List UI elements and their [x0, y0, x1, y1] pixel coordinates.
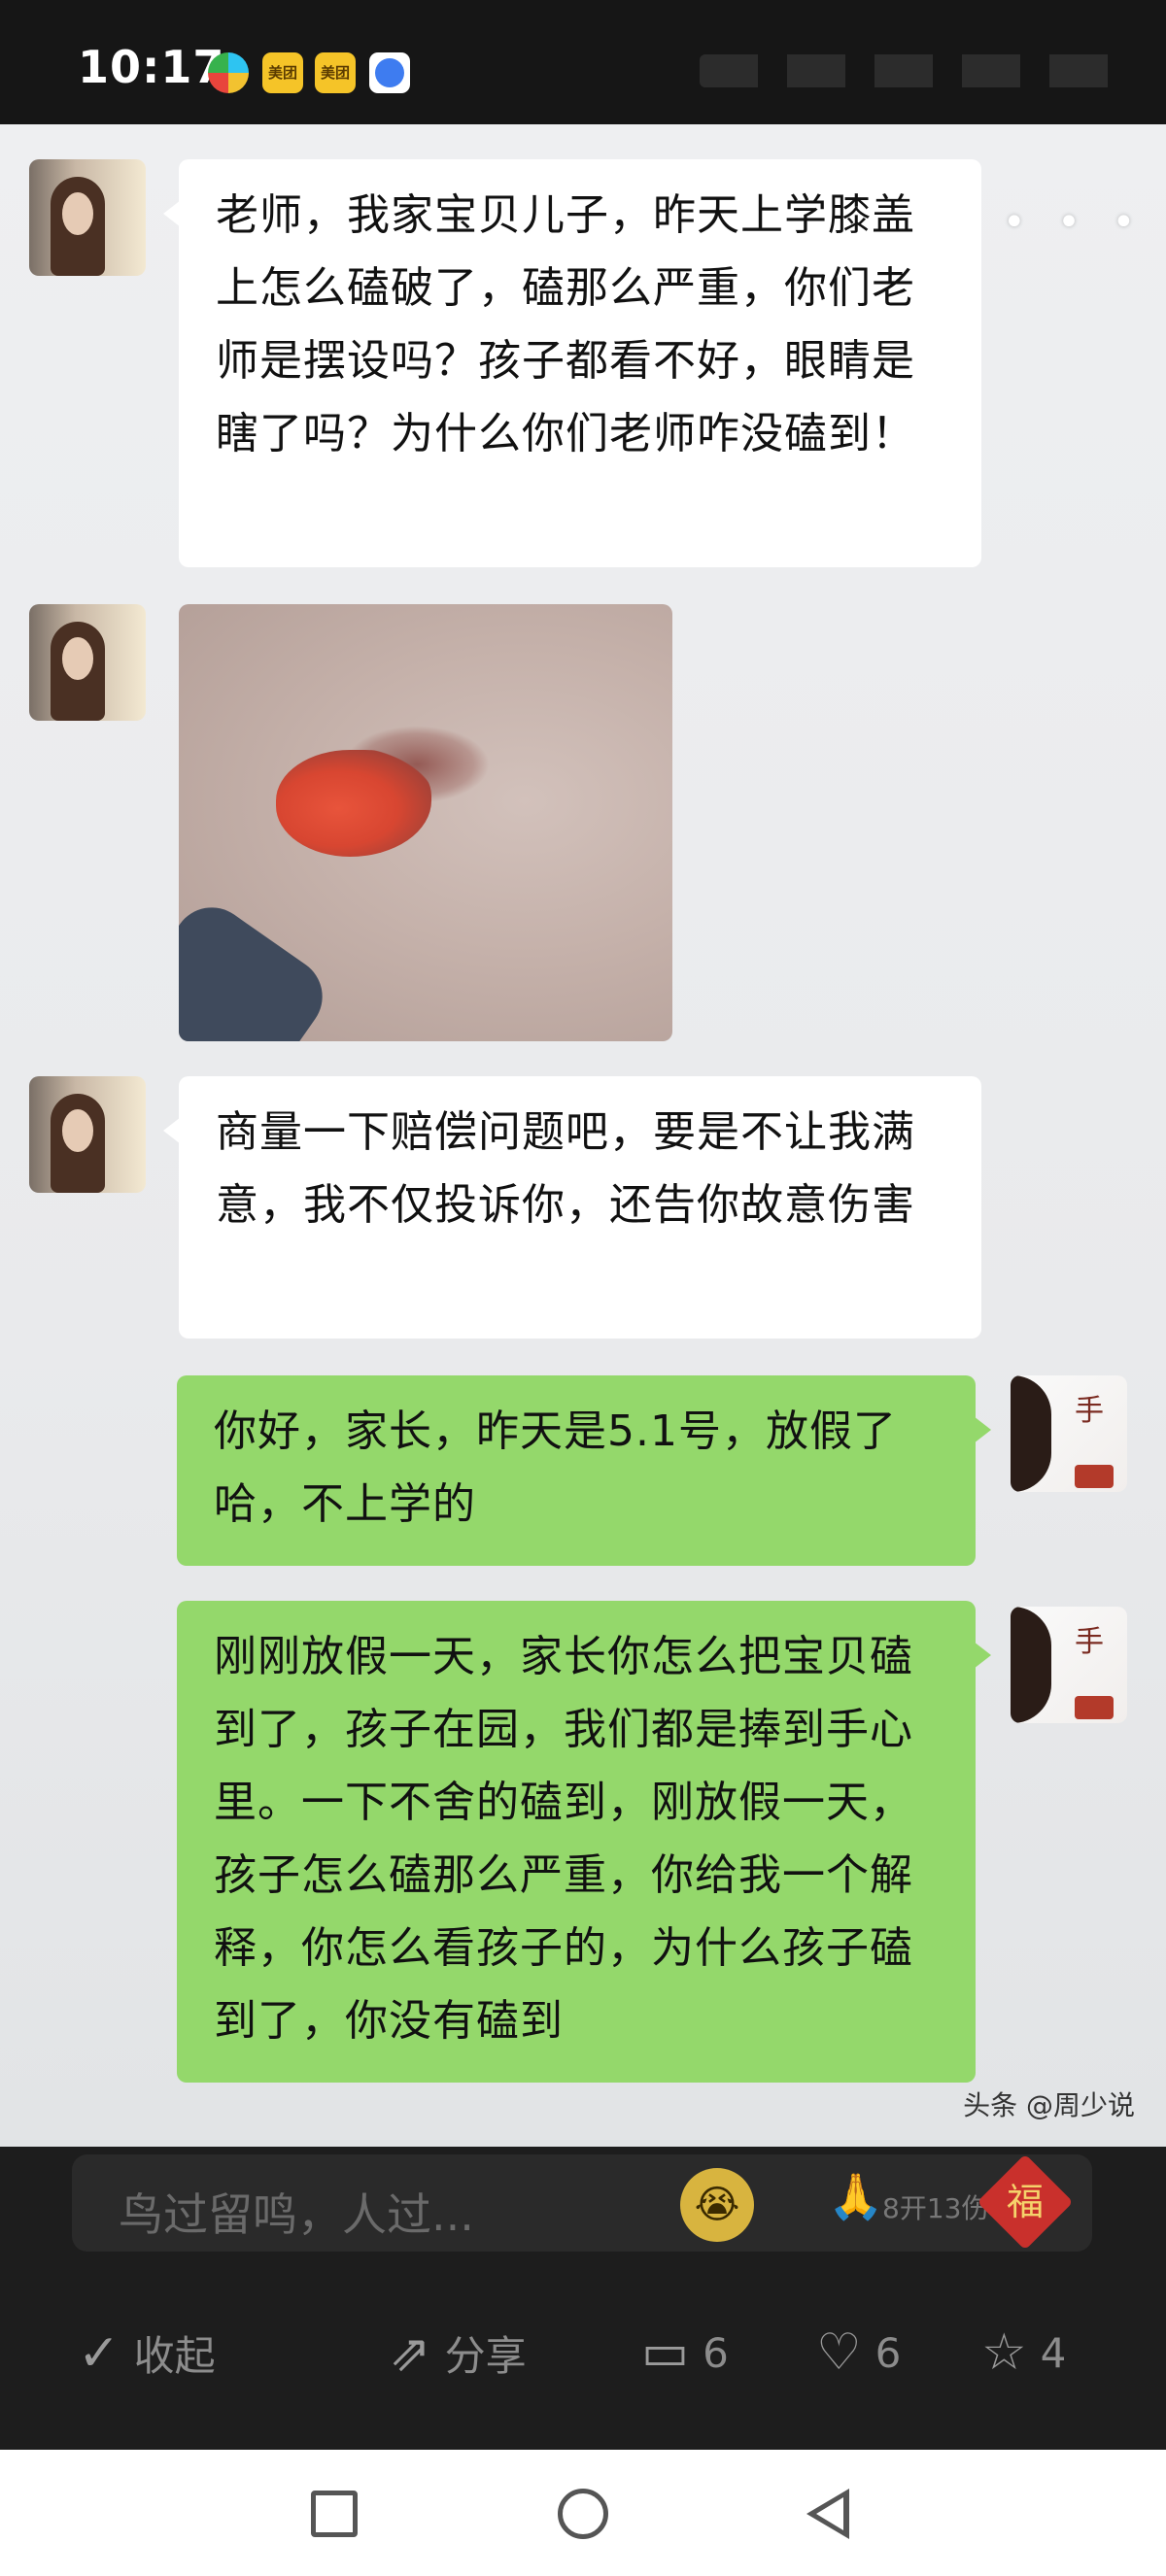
like-count: 6	[874, 2328, 902, 2377]
share-label: 分享	[444, 2332, 527, 2380]
collapse-label: 收起	[133, 2332, 216, 2380]
message-bubble-outgoing[interactable]: 刚刚放假一天，家长你怎么把宝贝磕到了，孩子在园，我们都是捧到手心里。一下不舍的磕…	[177, 1601, 991, 2083]
pray-emoji-icon[interactable]: 🙏	[828, 2170, 883, 2223]
fu-label: 福	[1006, 2181, 1044, 2223]
message-bubble-incoming[interactable]: 老师，我家宝贝儿子，昨天上学膝盖上怎么磕破了，磕那么严重，你们老师是摆设吗？孩子…	[163, 159, 981, 567]
back-icon[interactable]	[806, 2489, 849, 2539]
status-time: 10:17	[78, 41, 225, 93]
reaction-count: 8开13伤	[882, 2192, 989, 2224]
source-watermark: 头条 @周少说	[963, 2089, 1135, 2121]
favorite-count: 4	[1040, 2328, 1067, 2377]
knee-wound-photo[interactable]	[179, 604, 672, 1041]
system-nav-bar	[0, 2450, 1166, 2576]
sender-avatar[interactable]	[29, 1076, 146, 1193]
status-indicators	[700, 54, 1127, 87]
comment-button[interactable]: ▭ 6	[641, 2323, 729, 2382]
share-button[interactable]: ⇗ 分享	[389, 2323, 527, 2383]
share-icon: ⇗	[389, 2323, 431, 2383]
comment-input[interactable]: 鸟过留鸣，人过... 😭 🙏 8开13伤 福	[72, 2153, 1092, 2252]
sender-avatar[interactable]	[29, 159, 146, 276]
star-icon: ☆	[981, 2323, 1027, 2382]
collapse-button[interactable]: ✓ 收起	[78, 2323, 216, 2383]
browser-icon	[369, 52, 410, 93]
heart-icon: ♡	[816, 2323, 862, 2382]
crying-emoji-icon[interactable]: 😭	[680, 2168, 754, 2242]
message-bubble-incoming[interactable]: 商量一下赔偿问题吧，要是不让我满意，我不仅投诉你，还告你故意伤害	[163, 1076, 981, 1339]
message-text: 你好，家长，昨天是5.1号，放假了哈，不上学的	[214, 1407, 897, 1529]
comment-placeholder: 鸟过留鸣，人过...	[119, 2188, 474, 2241]
teacher-avatar[interactable]: 手	[1011, 1607, 1127, 1723]
message-bubble-outgoing[interactable]: 你好，家长，昨天是5.1号，放假了哈，不上学的	[177, 1375, 991, 1566]
more-options-icon[interactable]: • • •	[1003, 200, 1145, 245]
recent-apps-icon[interactable]	[311, 2491, 358, 2537]
fu-badge-icon[interactable]: 福	[977, 2153, 1074, 2251]
action-bar: ✓ 收起 ⇗ 分享 ▭ 6 ♡ 6 ☆ 4	[58, 2312, 1108, 2409]
status-bar: 10:17 美团 美团	[0, 0, 1166, 124]
home-icon[interactable]	[558, 2489, 608, 2539]
article-toolbar: 鸟过留鸣，人过... 😭 🙏 8开13伤 福 ✓ 收起 ⇗ 分享 ▭ 6 ♡ 6…	[0, 2147, 1166, 2450]
comment-icon: ▭	[641, 2323, 690, 2382]
chat-screenshot: 老师，我家宝贝儿子，昨天上学膝盖上怎么磕破了，磕那么严重，你们老师是摆设吗？孩子…	[0, 124, 1166, 2147]
meituan-icon: 美团	[262, 52, 303, 93]
sender-avatar[interactable]	[29, 604, 146, 721]
like-button[interactable]: ♡ 6	[816, 2323, 901, 2382]
message-text: 老师，我家宝贝儿子，昨天上学膝盖上怎么磕破了，磕那么严重，你们老师是摆设吗？孩子…	[216, 190, 915, 458]
teacher-avatar[interactable]: 手	[1011, 1375, 1127, 1492]
favorite-button[interactable]: ☆ 4	[981, 2323, 1066, 2382]
message-text: 刚刚放假一天，家长你怎么把宝贝磕到了，孩子在园，我们都是捧到手心里。一下不舍的磕…	[214, 1632, 913, 2046]
meituan-icon: 美团	[315, 52, 356, 93]
message-text: 商量一下赔偿问题吧，要是不让我满意，我不仅投诉你，还告你故意伤害	[216, 1107, 915, 1230]
check-icon: ✓	[78, 2323, 120, 2383]
comment-count: 6	[703, 2328, 729, 2377]
colorful-app-icon	[208, 52, 249, 93]
